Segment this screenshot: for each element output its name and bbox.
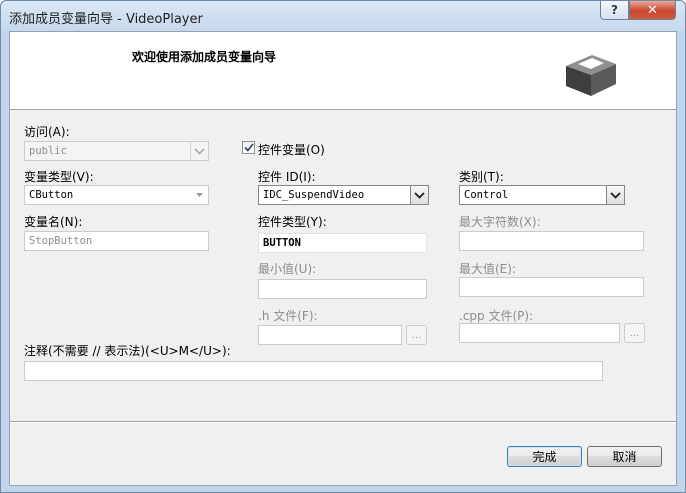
var-type-value: CButton	[29, 189, 74, 201]
footer-separator	[10, 421, 676, 423]
max-chars-input[interactable]	[459, 231, 644, 251]
min-value-label: 最小值(U):	[258, 262, 317, 276]
var-name-label: 变量名(N):	[24, 215, 83, 229]
chevron-down-icon[interactable]	[410, 186, 428, 204]
wizard-header: 欢迎使用添加成员变量向导	[10, 32, 676, 110]
var-type-label: 变量类型(V):	[24, 170, 94, 184]
var-name-input[interactable]: StopButton	[24, 231, 209, 251]
control-id-label: 控件 ID(I):	[258, 170, 316, 184]
cpp-file-browse-button[interactable]: ...	[624, 323, 645, 343]
header-title: 欢迎使用添加成员变量向导	[132, 50, 277, 64]
finish-button[interactable]: 完成	[507, 446, 582, 467]
help-button[interactable]: ?	[600, 1, 629, 20]
caret-down-icon	[190, 186, 208, 204]
cancel-button[interactable]: 取消	[587, 446, 662, 467]
control-type-input: BUTTON	[258, 233, 427, 253]
wizard-window: 添加成员变量向导 - VideoPlayer ? ✕ 欢迎使用添加成员变量向导 …	[0, 0, 686, 493]
dialog-client-area: 欢迎使用添加成员变量向导 访问(A): public 变量类型(V): CBut…	[9, 31, 677, 486]
h-file-label: .h 文件(F):	[258, 309, 318, 323]
category-value: Control	[464, 189, 509, 201]
var-type-combo[interactable]: CButton	[24, 185, 209, 205]
close-icon: ✕	[647, 2, 658, 18]
max-value-label: 最大值(E):	[459, 262, 516, 276]
window-title: 添加成员变量向导 - VideoPlayer	[9, 12, 203, 27]
control-var-label[interactable]: 控件变量(O)	[258, 141, 325, 158]
category-label: 类别(T):	[459, 170, 504, 184]
control-id-combo[interactable]: IDC_SuspendVideo	[258, 185, 429, 205]
cpp-file-input[interactable]	[459, 323, 620, 343]
access-combo[interactable]: public	[24, 141, 209, 161]
help-icon: ?	[611, 3, 618, 17]
max-value-input[interactable]	[459, 277, 644, 297]
h-file-browse-button[interactable]: ...	[406, 325, 427, 345]
h-file-input[interactable]	[258, 325, 402, 345]
cpp-file-label: .cpp 文件(P):	[459, 309, 534, 323]
comment-label: 注释(不需要 // 表示法)(<U>M</U>):	[24, 344, 231, 358]
comment-input[interactable]	[24, 361, 603, 381]
control-type-label: 控件类型(Y):	[258, 215, 327, 229]
close-button[interactable]: ✕	[629, 1, 676, 20]
checkmark-icon	[243, 143, 254, 152]
access-value: public	[29, 145, 67, 157]
title-bar[interactable]: 添加成员变量向导 - VideoPlayer ? ✕	[1, 1, 685, 31]
category-combo[interactable]: Control	[459, 185, 625, 205]
max-chars-label: 最大字符数(X):	[459, 215, 541, 229]
control-var-checkbox[interactable]	[242, 141, 255, 154]
min-value-input[interactable]	[258, 279, 427, 299]
access-label: 访问(A):	[24, 125, 70, 139]
class-box-icon	[566, 55, 616, 96]
control-id-value: IDC_SuspendVideo	[263, 189, 365, 201]
chevron-down-icon	[190, 142, 208, 160]
chevron-down-icon[interactable]	[606, 186, 624, 204]
